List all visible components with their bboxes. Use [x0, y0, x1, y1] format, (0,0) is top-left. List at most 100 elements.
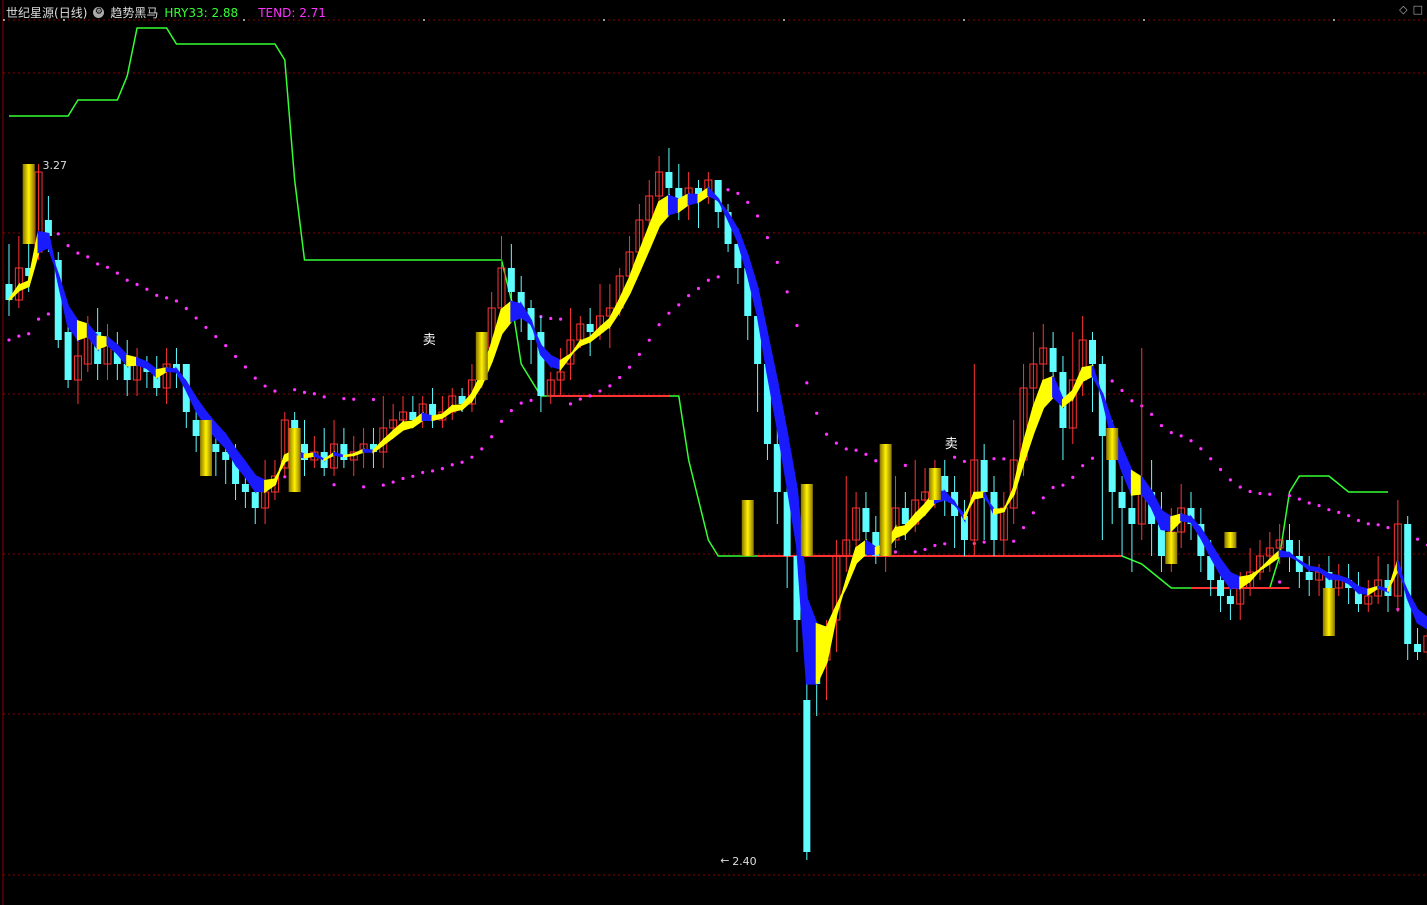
candle-body	[192, 420, 200, 436]
ribbon-segment	[451, 404, 464, 413]
ribbon-segment	[1337, 574, 1350, 585]
tend-dot	[1120, 388, 1124, 393]
tend-dot	[470, 455, 474, 459]
ribbon-segment	[549, 354, 562, 370]
tend-dot	[923, 547, 927, 552]
diamond-icon[interactable]: ◇	[1399, 3, 1407, 16]
tend-dot	[1317, 503, 1321, 508]
tend-dot	[1366, 522, 1370, 526]
tend-dot	[1287, 494, 1292, 498]
ribbon-segment	[431, 413, 444, 422]
ribbon-segment	[993, 508, 1005, 516]
tend-dot	[36, 317, 41, 321]
tend-dot	[775, 260, 779, 264]
tend-dot	[1110, 379, 1114, 383]
ribbon-segment	[1160, 508, 1173, 532]
tend-dot	[795, 323, 799, 328]
tend-dot	[933, 543, 937, 548]
tend-dot	[657, 323, 661, 327]
low-price-label: 2.40	[732, 855, 757, 868]
tend-dot	[411, 474, 415, 478]
signal-bar	[1165, 532, 1178, 564]
ribbon-segment	[1190, 514, 1202, 541]
ribbon-segment	[1387, 560, 1399, 592]
candle-body	[1089, 340, 1096, 364]
signal-bar	[1106, 428, 1119, 460]
ribbon-segment	[1130, 469, 1143, 496]
tend-dot	[1307, 501, 1311, 505]
period-label[interactable]: (日线)	[54, 4, 87, 21]
tend-dot	[7, 338, 11, 342]
ribbon-segment	[825, 605, 838, 663]
hry33-readout: HRY33: 2.88	[164, 5, 239, 20]
tend-dot	[293, 388, 297, 392]
tend-dot	[588, 394, 592, 398]
signal-bar	[879, 444, 892, 556]
tend-dot	[519, 401, 523, 405]
tend-dot	[273, 389, 277, 393]
grid-tick	[1333, 19, 1335, 21]
grid-tick	[423, 19, 425, 21]
stock-name[interactable]: 世纪星源	[6, 4, 54, 21]
tend-dot	[342, 397, 346, 401]
low-arrow-icon: ←	[720, 854, 729, 867]
tend-dot	[204, 325, 208, 330]
tend-dot	[815, 411, 819, 415]
candle-body	[586, 324, 594, 332]
signal-bar	[22, 164, 35, 244]
tend-dot	[1337, 510, 1341, 514]
tend-dot	[992, 457, 996, 461]
tend-dot	[1356, 518, 1361, 523]
tend-dot	[105, 265, 110, 269]
tend-dot	[302, 390, 307, 394]
square-icon[interactable]: □	[1413, 3, 1423, 16]
tend-dot	[667, 311, 671, 315]
tend-dot	[499, 419, 504, 423]
tend-dot	[253, 376, 257, 380]
indicator-name[interactable]: 趋势黑马	[110, 4, 158, 21]
tend-dot	[696, 286, 701, 291]
tend-dot	[1238, 485, 1242, 489]
ribbon-segment	[392, 420, 404, 440]
tend-dot	[17, 334, 21, 338]
tend-dot	[135, 282, 139, 287]
tend-dot	[401, 476, 405, 481]
tend-dot	[440, 467, 444, 471]
ribbon-segment	[86, 321, 99, 352]
ribbon-segment	[845, 547, 858, 587]
ribbon-segment	[402, 420, 414, 432]
tend-dot	[174, 299, 179, 303]
grid-tick	[3, 19, 5, 21]
settings-icon[interactable]: ⚙	[93, 7, 105, 18]
ribbon-segment	[1357, 585, 1370, 596]
tend-dot	[1258, 491, 1262, 496]
ribbon-segment	[264, 478, 276, 494]
ribbon-segment	[805, 598, 818, 685]
ribbon-segment	[618, 277, 631, 315]
candle-body	[773, 444, 781, 492]
candles	[5, 148, 1427, 860]
tend-dot	[1169, 430, 1173, 435]
tend-dot	[430, 469, 435, 473]
ribbon-segment	[273, 455, 286, 485]
signal-bar	[928, 468, 941, 500]
tend-dot	[726, 188, 730, 192]
tend-dot	[677, 303, 681, 307]
candle-body	[941, 476, 949, 492]
ribbon-segment	[1249, 566, 1261, 584]
candle-body	[64, 332, 72, 380]
tend-dot	[568, 402, 573, 406]
support-line	[550, 395, 1290, 589]
tend-dot	[549, 316, 553, 321]
ribbon-segment	[835, 580, 848, 615]
tend-dot	[1061, 483, 1065, 487]
tend-dot	[1347, 514, 1351, 518]
tend-dot	[647, 338, 651, 342]
ribbon-segment	[1170, 513, 1183, 533]
ribbon-segment	[165, 367, 178, 373]
ribbon-segment	[17, 279, 30, 292]
tend-dot	[1051, 485, 1055, 490]
tend-dot	[805, 381, 809, 385]
chart-labels: 3.27 2.40 卖 卖 ←	[43, 159, 958, 868]
grid-tick	[783, 19, 785, 21]
